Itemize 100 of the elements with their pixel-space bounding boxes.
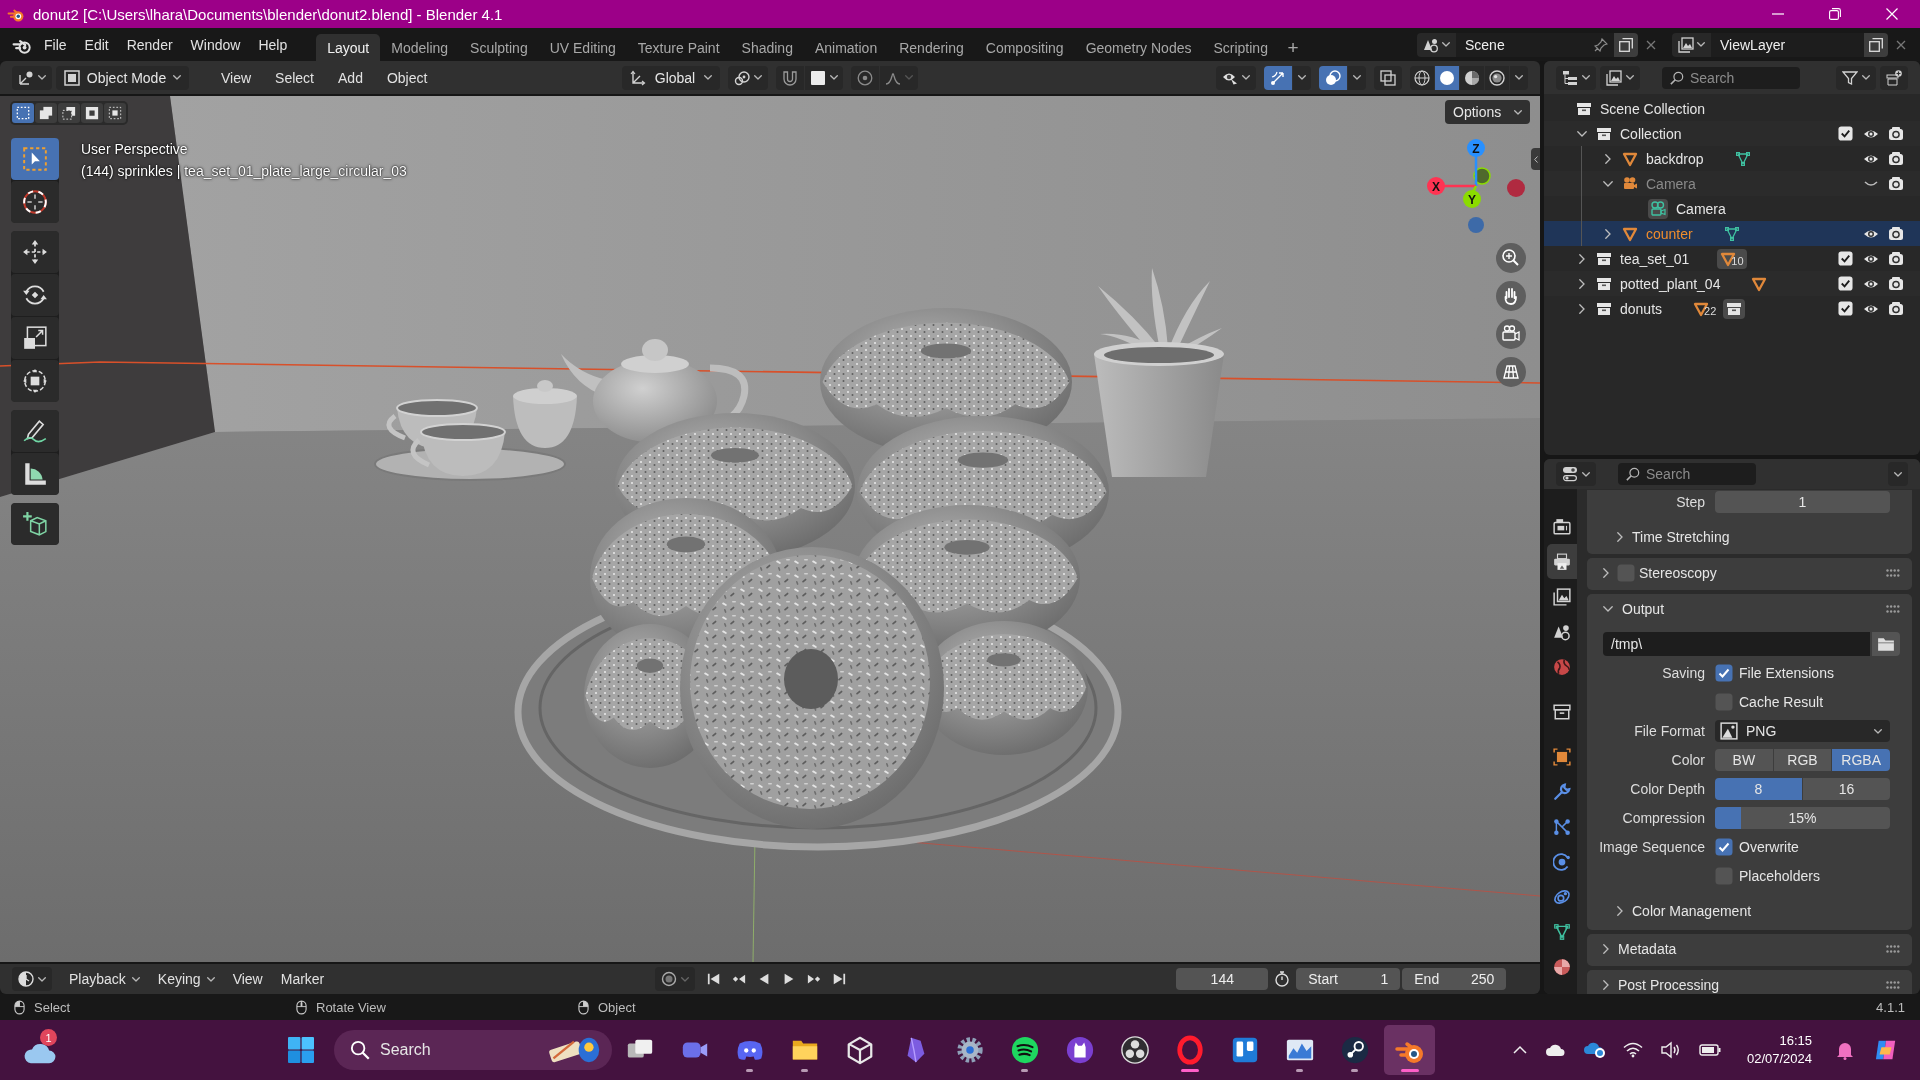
scene-browse-button[interactable]: [1417, 32, 1456, 57]
workspace-tab[interactable]: Layout: [316, 34, 381, 61]
child-items-button[interactable]: 10: [1717, 248, 1747, 269]
chevron-right-icon[interactable]: [1579, 278, 1585, 289]
outliner-row[interactable]: counter: [1544, 221, 1920, 246]
orientation-dropdown[interactable]: Global: [622, 65, 720, 90]
pin-icon[interactable]: [1594, 37, 1608, 52]
current-frame-field[interactable]: 144: [1176, 968, 1269, 990]
chevron-right-icon[interactable]: [1603, 980, 1609, 990]
grid-icon[interactable]: [1496, 357, 1526, 387]
chevron-right-icon[interactable]: [1605, 228, 1611, 239]
child-items-button[interactable]: [1723, 298, 1746, 319]
overlay-toggle[interactable]: [1319, 65, 1347, 90]
end-frame-field[interactable]: End 250: [1402, 968, 1507, 990]
selectability-dropdown[interactable]: [1216, 65, 1256, 90]
view-layer-browse-button[interactable]: [1672, 32, 1711, 57]
editor-type-button[interactable]: [12, 967, 52, 991]
chevron-down-icon[interactable]: [1603, 180, 1613, 187]
option-button[interactable]: 16: [1803, 778, 1890, 800]
negative-z-handle[interactable]: [1468, 217, 1484, 233]
panel-header[interactable]: Stereoscopy: [1595, 558, 1900, 588]
display-mode-dropdown[interactable]: [1600, 65, 1640, 90]
option-button[interactable]: RGB: [1773, 749, 1832, 771]
workspace-tab[interactable]: Geometry Nodes: [1074, 34, 1203, 61]
zoom-icon[interactable]: [1496, 243, 1526, 273]
camera-icon[interactable]: [1887, 126, 1904, 141]
option-button[interactable]: RGBA: [1832, 749, 1890, 771]
number-field[interactable]: 1: [1715, 491, 1890, 513]
snap-toggle[interactable]: [776, 65, 804, 90]
pivot-dropdown[interactable]: [728, 65, 768, 90]
weather-cloud-icon[interactable]: [24, 1043, 56, 1065]
negative-y-handle[interactable]: [1473, 167, 1491, 185]
camera-icon[interactable]: [1887, 226, 1904, 241]
scene-name-field[interactable]: Scene: [1456, 32, 1614, 57]
search-field[interactable]: Search: [1662, 66, 1800, 89]
tool-button[interactable]: [11, 410, 59, 452]
path-field[interactable]: /tmp\: [1603, 632, 1870, 656]
format-dropdown[interactable]: PNG: [1715, 720, 1890, 742]
outliner-row[interactable]: Scene Collection: [1544, 96, 1920, 121]
option-button[interactable]: 8: [1715, 778, 1802, 800]
camera-icon[interactable]: [1887, 151, 1904, 166]
menu-item[interactable]: Select: [265, 69, 324, 86]
tool-button[interactable]: [11, 360, 59, 402]
menu-item[interactable]: Object: [376, 69, 438, 86]
new-view-layer-button[interactable]: [1864, 32, 1888, 57]
workspace-tab[interactable]: Sculpting: [459, 34, 539, 61]
selection-mode-button[interactable]: [81, 103, 103, 123]
shading-mode-button[interactable]: [1460, 65, 1484, 90]
chevron-right-icon[interactable]: [1617, 532, 1623, 542]
editor-type-button[interactable]: [1556, 462, 1596, 486]
workspace-tab[interactable]: Animation: [803, 34, 889, 61]
filter-dropdown[interactable]: [1836, 65, 1876, 90]
tool-button[interactable]: [11, 453, 59, 495]
outliner-row[interactable]: backdrop: [1544, 146, 1920, 171]
mode-dropdown[interactable]: Object Mode: [56, 65, 189, 90]
chevron-right-icon[interactable]: [1617, 906, 1623, 916]
outliner-row[interactable]: donuts 22: [1544, 296, 1920, 321]
wifi-icon[interactable]: [1622, 1040, 1643, 1060]
subpanel-header[interactable]: Color Management: [1595, 898, 1900, 924]
checkbox[interactable]: [1715, 838, 1733, 856]
workspace-tab[interactable]: Texture Paint: [626, 34, 731, 61]
proportional-edit-toggle[interactable]: [851, 65, 879, 90]
chevron-down-icon[interactable]: [1603, 606, 1613, 612]
menu-item[interactable]: Keying: [148, 971, 224, 987]
outliner-row[interactable]: tea_set_01 10: [1544, 246, 1920, 271]
new-collection-button[interactable]: [1880, 65, 1908, 90]
selection-mode-button[interactable]: [35, 103, 57, 123]
chevron-right-icon[interactable]: [1605, 153, 1611, 164]
workspace-tab[interactable]: Rendering: [888, 34, 975, 61]
panel-header[interactable]: Metadata: [1595, 934, 1900, 964]
minimize-icon[interactable]: [1771, 13, 1784, 15]
tool-button[interactable]: [11, 231, 59, 273]
clock-date[interactable]: 02/07/2024: [1746, 1050, 1812, 1068]
menu-item[interactable]: Add: [328, 69, 373, 86]
menu-item[interactable]: Window: [181, 32, 250, 57]
close-icon[interactable]: [1896, 39, 1906, 50]
panel-header[interactable]: Post Processing: [1595, 970, 1900, 994]
stopwatch-icon[interactable]: [1274, 971, 1291, 987]
jump-to-end-icon[interactable]: [832, 972, 847, 986]
chevron-right-icon[interactable]: [1603, 568, 1609, 578]
3d-viewport[interactable]: User Perspective (144) sprinkles | tea_set_01_plate_large_circular_03 Options Z X Y: [0, 96, 1540, 962]
taskbar-search-field[interactable]: Search: [334, 1030, 612, 1070]
speaker-icon[interactable]: [1660, 1040, 1681, 1060]
child-items-button[interactable]: 22: [1690, 298, 1720, 319]
chevron-right-icon[interactable]: [1579, 303, 1585, 314]
options-dropdown[interactable]: [1888, 462, 1908, 486]
checkbox[interactable]: [1838, 251, 1853, 266]
browse-folder-button[interactable]: [1872, 632, 1900, 656]
shading-mode-button[interactable]: [1485, 65, 1509, 90]
workspace-tab[interactable]: Compositing: [974, 34, 1075, 61]
subpanel-header[interactable]: Time Stretching: [1595, 524, 1900, 550]
checkbox-label[interactable]: File Extensions: [1739, 665, 1834, 681]
panel-header[interactable]: Output: [1595, 594, 1900, 624]
selection-mode-button[interactable]: [58, 103, 80, 123]
option-button[interactable]: BW: [1715, 749, 1773, 771]
chevron-down-icon[interactable]: [1577, 130, 1587, 137]
checkbox-label[interactable]: Cache Result: [1739, 694, 1824, 710]
checkbox[interactable]: [1838, 301, 1853, 316]
new-scene-button[interactable]: [1614, 32, 1638, 57]
menu-item[interactable]: View: [211, 69, 262, 86]
